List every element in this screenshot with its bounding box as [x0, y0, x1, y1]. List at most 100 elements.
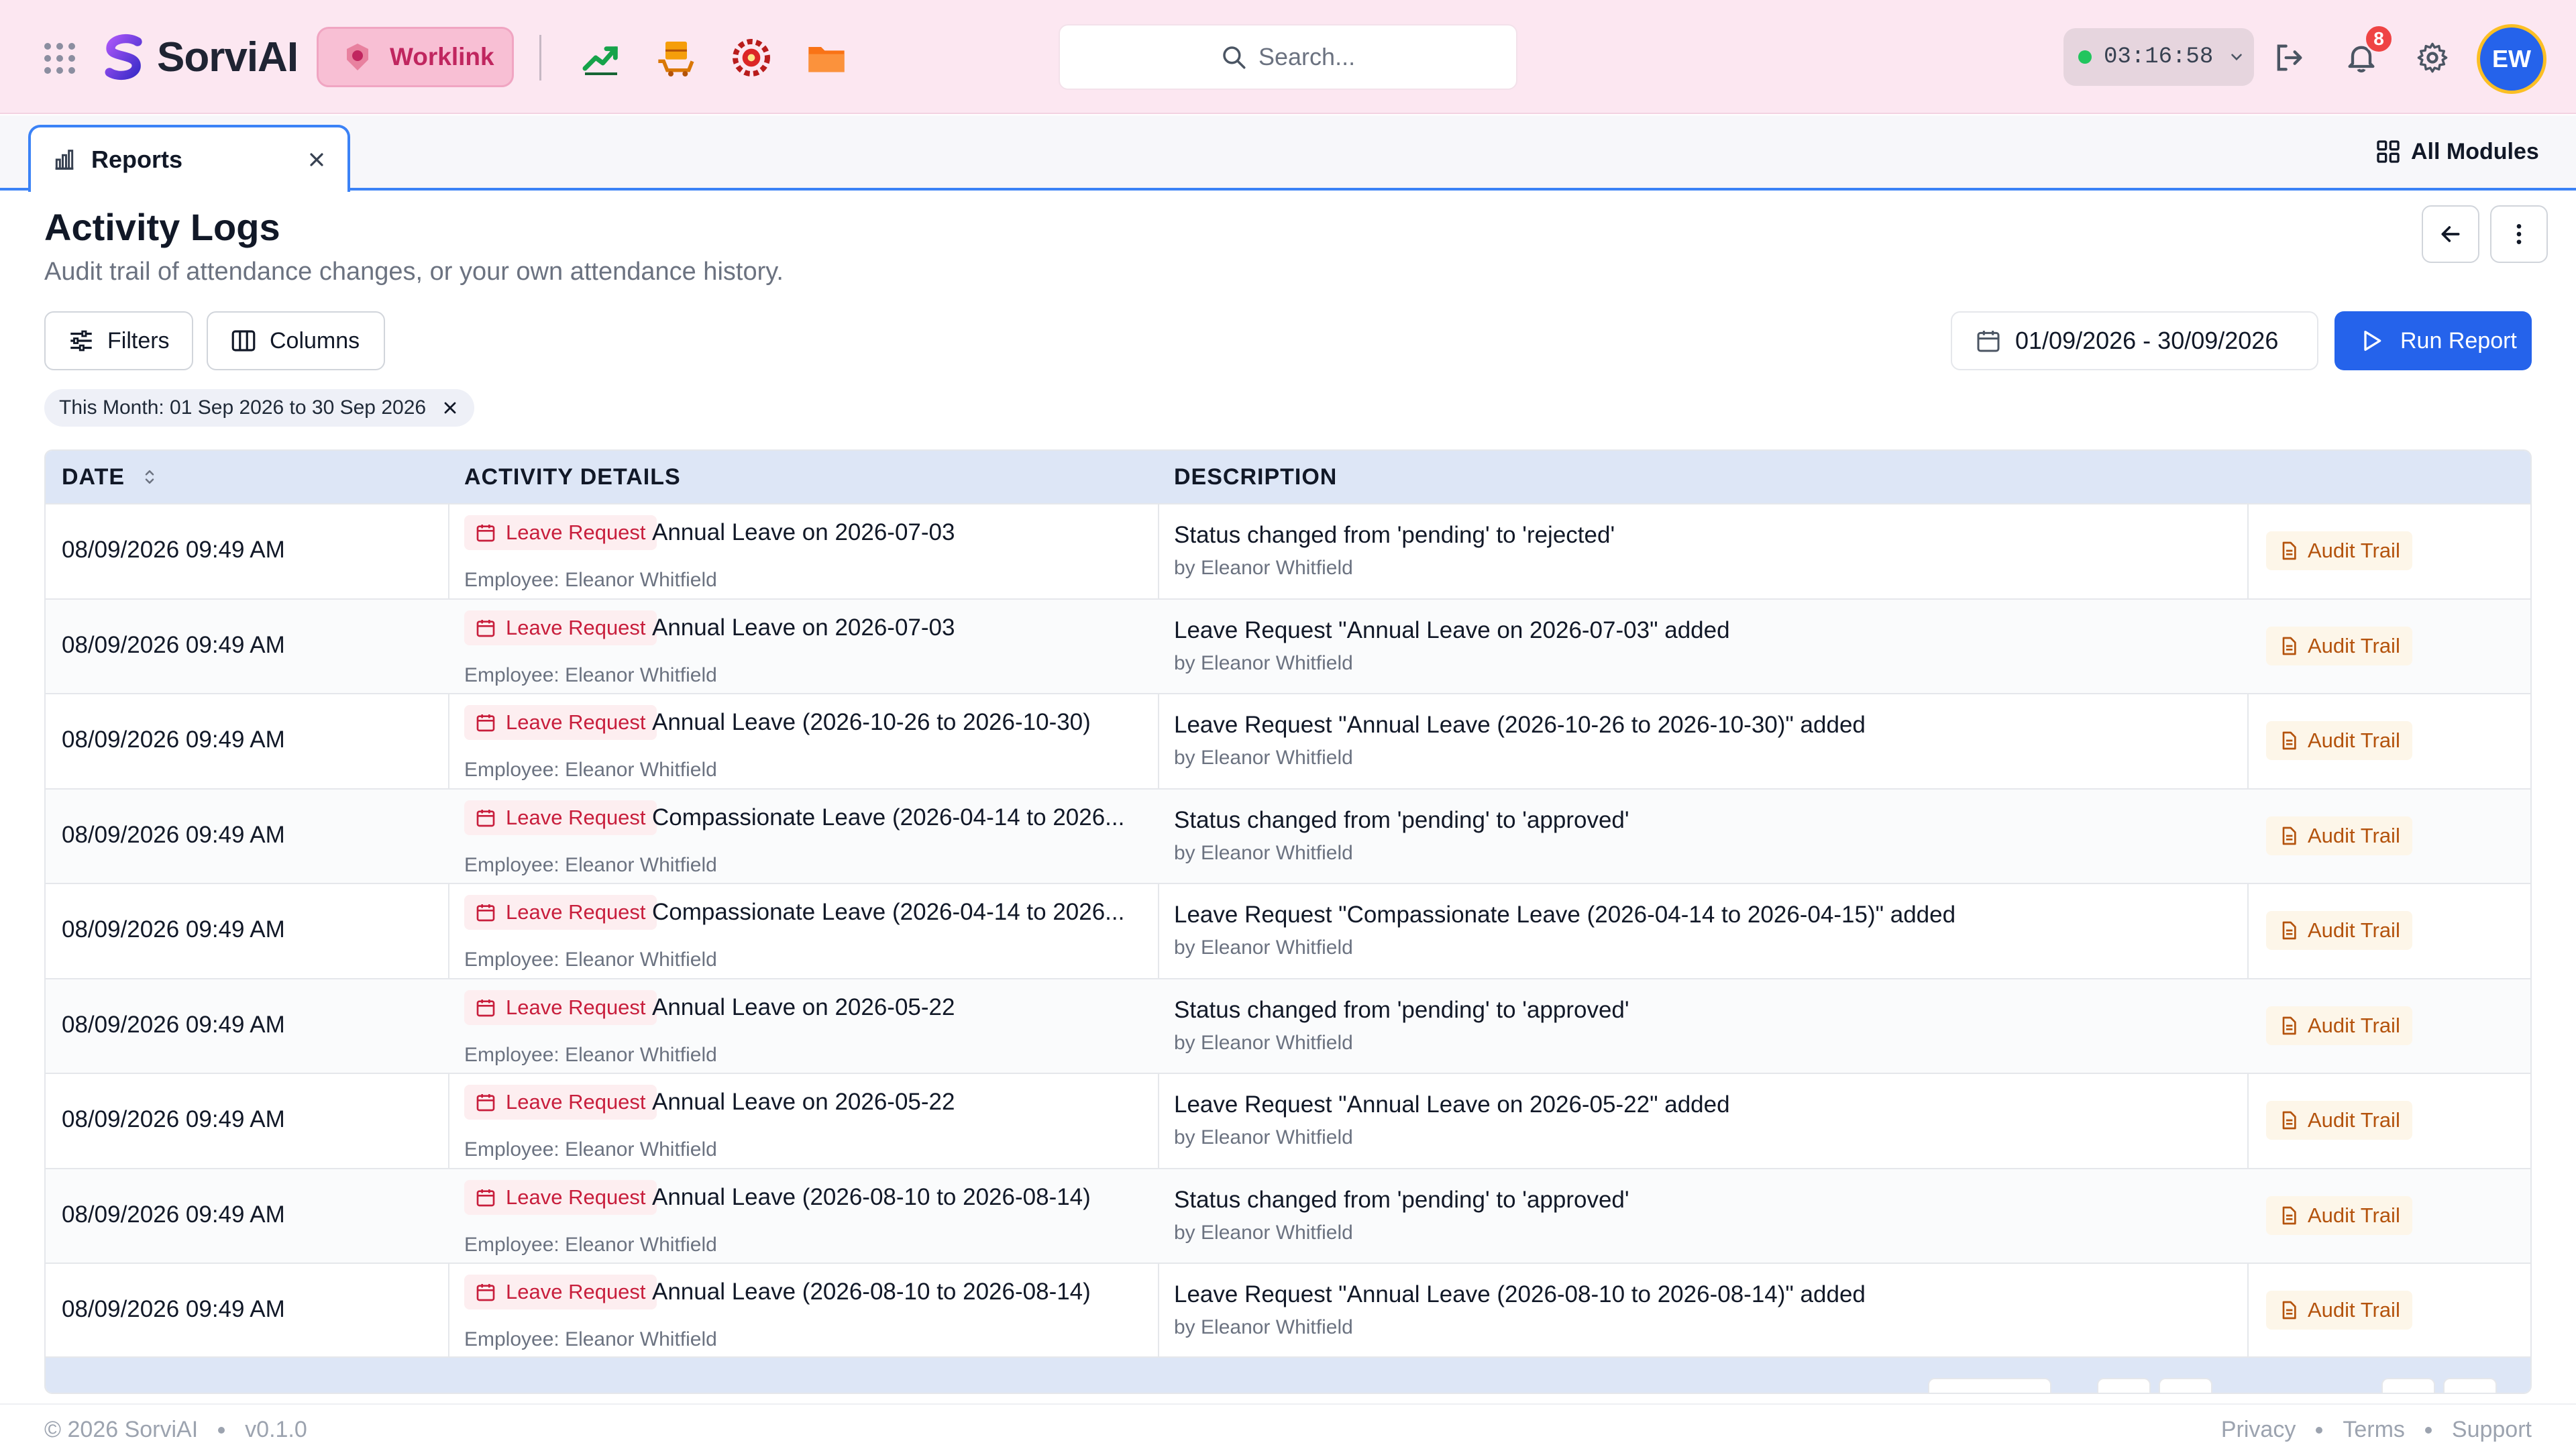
tab-label: Reports — [91, 146, 183, 173]
play-icon — [2364, 331, 2381, 351]
run-report-button[interactable]: Run Report — [2334, 311, 2532, 370]
row-date: 08/09/2026 09:49 AM — [62, 537, 285, 563]
table-row[interactable]: 08/09/2026 09:49 AM Leave Request Annual L… — [46, 1167, 2530, 1263]
row-date: 08/09/2026 09:49 AM — [62, 916, 285, 943]
audit-trail-button[interactable]: Audit Trail — [2266, 531, 2412, 570]
app-launcher-icon[interactable] — [44, 43, 75, 74]
audit-trail-label: Audit Trail — [2308, 1203, 2400, 1227]
description-text: Leave Request "Compassionate Leave (2026… — [1174, 902, 1956, 928]
description-author: by Eleanor Whitfield — [1174, 1221, 1353, 1244]
audit-trail-button[interactable]: Audit Trail — [2266, 1291, 2412, 1330]
activity-title: Annual Leave on 2026-05-22 — [652, 994, 955, 1020]
audit-trail-button[interactable]: Audit Trail — [2266, 1101, 2412, 1140]
date-range-picker[interactable]: 01/09/2026 - 30/09/2026 — [1951, 311, 2318, 370]
footer-link-privacy[interactable]: Privacy — [2221, 1417, 2296, 1443]
filters-button[interactable]: Filters — [44, 311, 193, 370]
calendar-icon — [476, 619, 495, 637]
row-date: 08/09/2026 09:49 AM — [62, 727, 285, 753]
grid-icon — [2377, 140, 2400, 163]
folder-icon[interactable] — [805, 36, 848, 79]
activity-title: Annual Leave on 2026-07-03 — [652, 614, 955, 641]
first-page-button[interactable] — [2097, 1378, 2151, 1393]
column-header-date[interactable]: DATE — [62, 451, 160, 503]
activity-type-badge: Leave Request — [464, 989, 657, 1025]
package-cart-icon[interactable] — [655, 36, 698, 79]
activity-title: Compassionate Leave (2026-04-14 to 2026.… — [652, 899, 1125, 925]
table-row[interactable]: 08/09/2026 09:49 AM Leave Request Annual L… — [46, 1073, 2530, 1168]
row-date: 08/09/2026 09:49 AM — [62, 821, 285, 848]
columns-label: Columns — [270, 327, 360, 354]
table-row[interactable]: 08/09/2026 09:49 AM Leave Request Annual L… — [46, 693, 2530, 788]
activity-type-badge: Leave Request — [464, 800, 657, 835]
table-pagination — [46, 1356, 2530, 1393]
worklink-label: Worklink — [390, 43, 494, 70]
date-range-value: 01/09/2026 - 30/09/2026 — [2015, 327, 2279, 354]
description-author: by Eleanor Whitfield — [1174, 841, 1353, 864]
row-date: 08/09/2026 09:49 AM — [62, 631, 285, 658]
page-size-select[interactable] — [1928, 1378, 2051, 1393]
row-date: 08/09/2026 09:49 AM — [62, 1296, 285, 1322]
column-header-activity: ACTIVITY DETAILS — [464, 464, 681, 490]
prev-page-button[interactable] — [2159, 1378, 2212, 1393]
activity-employee: Employee: Eleanor Whitfield — [464, 759, 717, 781]
search-icon — [1223, 46, 1246, 69]
footer-link-support[interactable]: Support — [2452, 1417, 2532, 1443]
logo[interactable]: SorviAI — [99, 30, 299, 85]
activity-type-badge: Leave Request — [464, 705, 657, 740]
table-row[interactable]: 08/09/2026 09:49 AM Leave Request Compassi… — [46, 883, 2530, 978]
last-page-button[interactable] — [2443, 1378, 2497, 1393]
column-header-description: DESCRIPTION — [1174, 464, 1338, 490]
table-row[interactable]: 08/09/2026 09:49 AM Leave Request Annual L… — [46, 977, 2530, 1073]
timer-dropdown[interactable]: 03:16:58 — [2063, 28, 2254, 86]
tab-reports[interactable]: Reports — [28, 125, 350, 192]
run-report-label: Run Report — [2400, 327, 2517, 354]
close-icon[interactable] — [441, 398, 460, 417]
search-box[interactable] — [1059, 24, 1517, 90]
activity-type-label: Leave Request — [506, 521, 646, 544]
document-icon — [2282, 921, 2296, 940]
table-row[interactable]: 08/09/2026 09:49 AM Leave Request Compassi… — [46, 788, 2530, 883]
all-modules-button[interactable]: All Modules — [2375, 134, 2539, 169]
audit-trail-button[interactable]: Audit Trail — [2266, 911, 2412, 950]
activity-type-badge: Leave Request — [464, 895, 657, 930]
audit-trail-button[interactable]: Audit Trail — [2266, 816, 2412, 855]
audit-trail-label: Audit Trail — [2308, 1298, 2400, 1322]
activity-employee: Employee: Eleanor Whitfield — [464, 853, 717, 876]
back-button[interactable] — [2422, 205, 2479, 263]
worklink-button[interactable]: Worklink — [317, 27, 514, 87]
footer: © 2026 SorviAI v0.1.0 Privacy Terms Supp… — [0, 1403, 2576, 1449]
footer-link-terms[interactable]: Terms — [2343, 1417, 2405, 1443]
user-avatar[interactable]: EW — [2477, 24, 2546, 94]
document-icon — [2282, 541, 2296, 560]
target-gear-icon[interactable] — [730, 36, 773, 79]
columns-button[interactable]: Columns — [207, 311, 385, 370]
logout-icon[interactable] — [2271, 40, 2306, 75]
sliders-icon — [70, 330, 92, 352]
next-page-button[interactable] — [2381, 1378, 2435, 1393]
search-input[interactable] — [1258, 43, 1500, 71]
audit-trail-button[interactable]: Audit Trail — [2266, 1006, 2412, 1045]
activity-log-table: DATE ACTIVITY DETAILS DESCRIPTION 08/09/… — [44, 449, 2532, 1394]
close-icon[interactable] — [306, 149, 327, 170]
audit-trail-button[interactable]: Audit Trail — [2266, 721, 2412, 760]
document-icon — [2282, 1301, 2296, 1320]
activity-type-label: Leave Request — [506, 1185, 646, 1209]
table-row[interactable]: 08/09/2026 09:49 AM Leave Request Annual L… — [46, 503, 2530, 598]
activity-employee: Employee: Eleanor Whitfield — [464, 949, 717, 971]
more-options-button[interactable] — [2490, 205, 2548, 263]
description-author: by Eleanor Whitfield — [1174, 1031, 1353, 1054]
audit-trail-button[interactable]: Audit Trail — [2266, 1195, 2412, 1235]
audit-trail-label: Audit Trail — [2308, 1013, 2400, 1037]
calendar-icon — [476, 1284, 495, 1301]
growth-chart-icon[interactable] — [580, 36, 623, 79]
activity-type-badge: Leave Request — [464, 610, 657, 645]
table-row[interactable]: 08/09/2026 09:49 AM Leave Request Annual L… — [46, 598, 2530, 693]
table-header: DATE ACTIVITY DETAILS DESCRIPTION — [46, 451, 2530, 503]
bar-chart-icon — [55, 150, 74, 170]
gear-icon[interactable] — [2415, 40, 2450, 75]
table-row[interactable]: 08/09/2026 09:49 AM Leave Request Annual L… — [46, 1263, 2530, 1358]
version: v0.1.0 — [245, 1417, 307, 1442]
audit-trail-button[interactable]: Audit Trail — [2266, 626, 2412, 665]
arrow-left-icon — [2441, 226, 2460, 242]
tab-bar — [0, 115, 2576, 191]
